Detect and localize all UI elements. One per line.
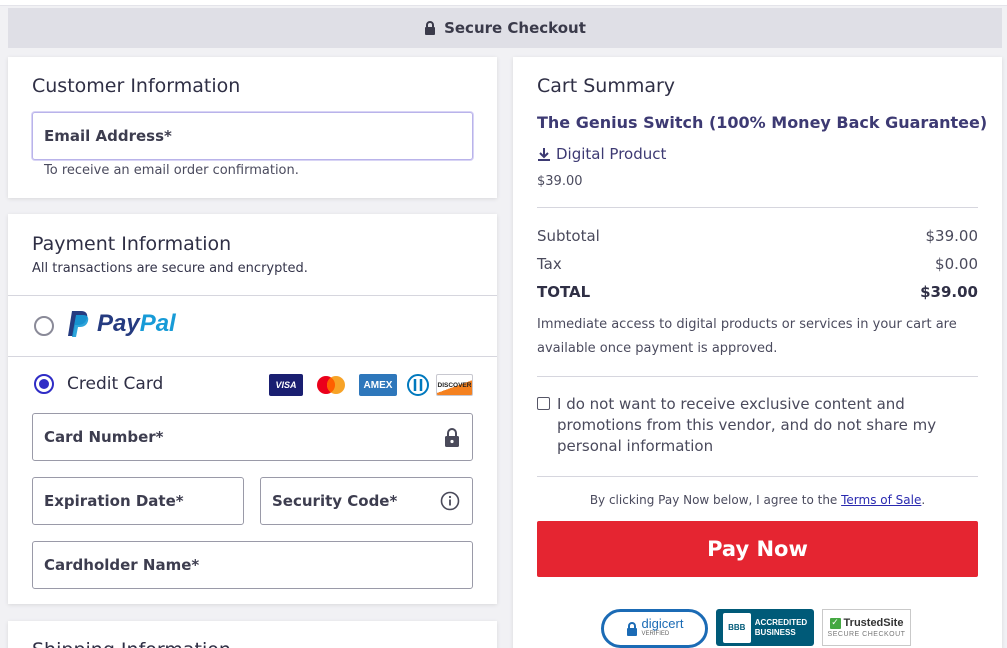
product-type-label: Digital Product [556,145,667,163]
download-icon [538,147,550,161]
subtotal-row: Subtotal $39.00 [537,227,978,245]
optout-checkbox[interactable] [537,397,550,410]
digicert-lock-icon [626,621,637,636]
terms-suffix: . [921,493,926,507]
email-hint: To receive an email order confirmation. [44,163,299,178]
credit-card-label[interactable]: Credit Card [67,374,163,394]
trustedsite-badge[interactable]: ✓ TrustedSite SECURE CHECKOUT [822,609,911,646]
paypal-icon [68,311,89,337]
diners-icon [405,374,431,396]
email-label: Email Address* [44,127,172,145]
visa-icon: VISA [269,374,303,396]
lock-icon [445,428,459,447]
mastercard-icon [313,374,349,396]
checkmark-icon: ✓ [829,617,841,629]
divider [8,295,497,296]
digicert-badge[interactable]: digicert VERIFIED [601,609,708,648]
product-price: $39.00 [537,174,583,189]
email-field[interactable]: Email Address* [32,112,473,160]
product-type: Digital Product [537,145,666,163]
security-code-field[interactable]: Security Code* [260,477,473,525]
access-note: Immediate access to digital products or … [537,317,957,356]
tax-value: $0.00 [935,255,978,273]
trustedsite-sub: SECURE CHECKOUT [827,631,906,638]
card-number-label: Card Number* [44,428,164,446]
product-name: The Genius Switch (100% Money Back Guara… [537,113,988,132]
card-number-field[interactable]: Card Number* [32,413,473,461]
digicert-sub: VERIFIED [641,630,670,637]
digicert-text: digicert [641,615,684,631]
credit-card-radio[interactable] [34,374,54,394]
optout-label[interactable]: I do not want to receive exclusive conte… [557,394,957,457]
expiration-date-label: Expiration Date* [44,492,184,510]
total-value: $39.00 [920,283,978,301]
paypal-logo[interactable]: PayPal [67,310,176,338]
cart-summary-title: Cart Summary [537,75,676,97]
customer-info-title: Customer Information [32,75,241,97]
terms-text: By clicking Pay Now below, I agree to th… [537,493,978,507]
divider [8,356,497,357]
subtotal-label: Subtotal [537,227,600,245]
total-label: TOTAL [537,283,591,301]
bbb-line2: BUSINESS [754,627,796,637]
divider [537,376,978,377]
cardholder-name-label: Cardholder Name* [44,556,200,574]
pay-now-button[interactable]: Pay Now [537,521,978,577]
subtotal-value: $39.00 [925,227,979,245]
amex-icon: AMEX [359,374,397,396]
divider [537,476,978,477]
terms-prefix: By clicking Pay Now below, I agree to th… [589,493,842,507]
paypal-text-pay: Pay [97,310,140,337]
terms-of-sale-link[interactable]: Terms of Sale [841,493,921,507]
payment-info-subtitle: All transactions are secure and encrypte… [32,261,308,276]
customer-info-card: Customer Information Email Address* To r… [8,57,497,198]
cardholder-name-field[interactable]: Cardholder Name* [32,541,473,589]
lock-icon [425,21,436,35]
payment-info-title: Payment Information [32,233,232,255]
discover-icon: DISCOVER [436,374,473,396]
top-border [0,0,1007,6]
info-icon[interactable] [440,491,460,511]
trustedsite-text: TrustedSite [843,617,904,629]
bbb-line1: ACCREDITED [754,617,808,627]
bbb-badge[interactable]: BBB ACCREDITED BUSINESS [716,609,814,646]
security-code-label: Security Code* [272,492,398,510]
paypal-radio[interactable] [34,316,54,336]
shipping-info-title: Shipping Information [32,639,231,648]
tax-label: Tax [537,255,562,273]
banner-title: Secure Checkout [444,19,586,37]
payment-info-card: Payment Information All transactions are… [8,214,497,604]
paypal-text-pal: Pal [139,310,176,337]
divider [537,207,978,208]
secure-checkout-banner: Secure Checkout [8,8,1002,48]
tax-row: Tax $0.00 [537,255,978,273]
shipping-info-card: Shipping Information [8,621,497,648]
bbb-logo: BBB [728,623,746,632]
total-row: TOTAL $39.00 [537,283,978,301]
expiration-date-field[interactable]: Expiration Date* [32,477,244,525]
